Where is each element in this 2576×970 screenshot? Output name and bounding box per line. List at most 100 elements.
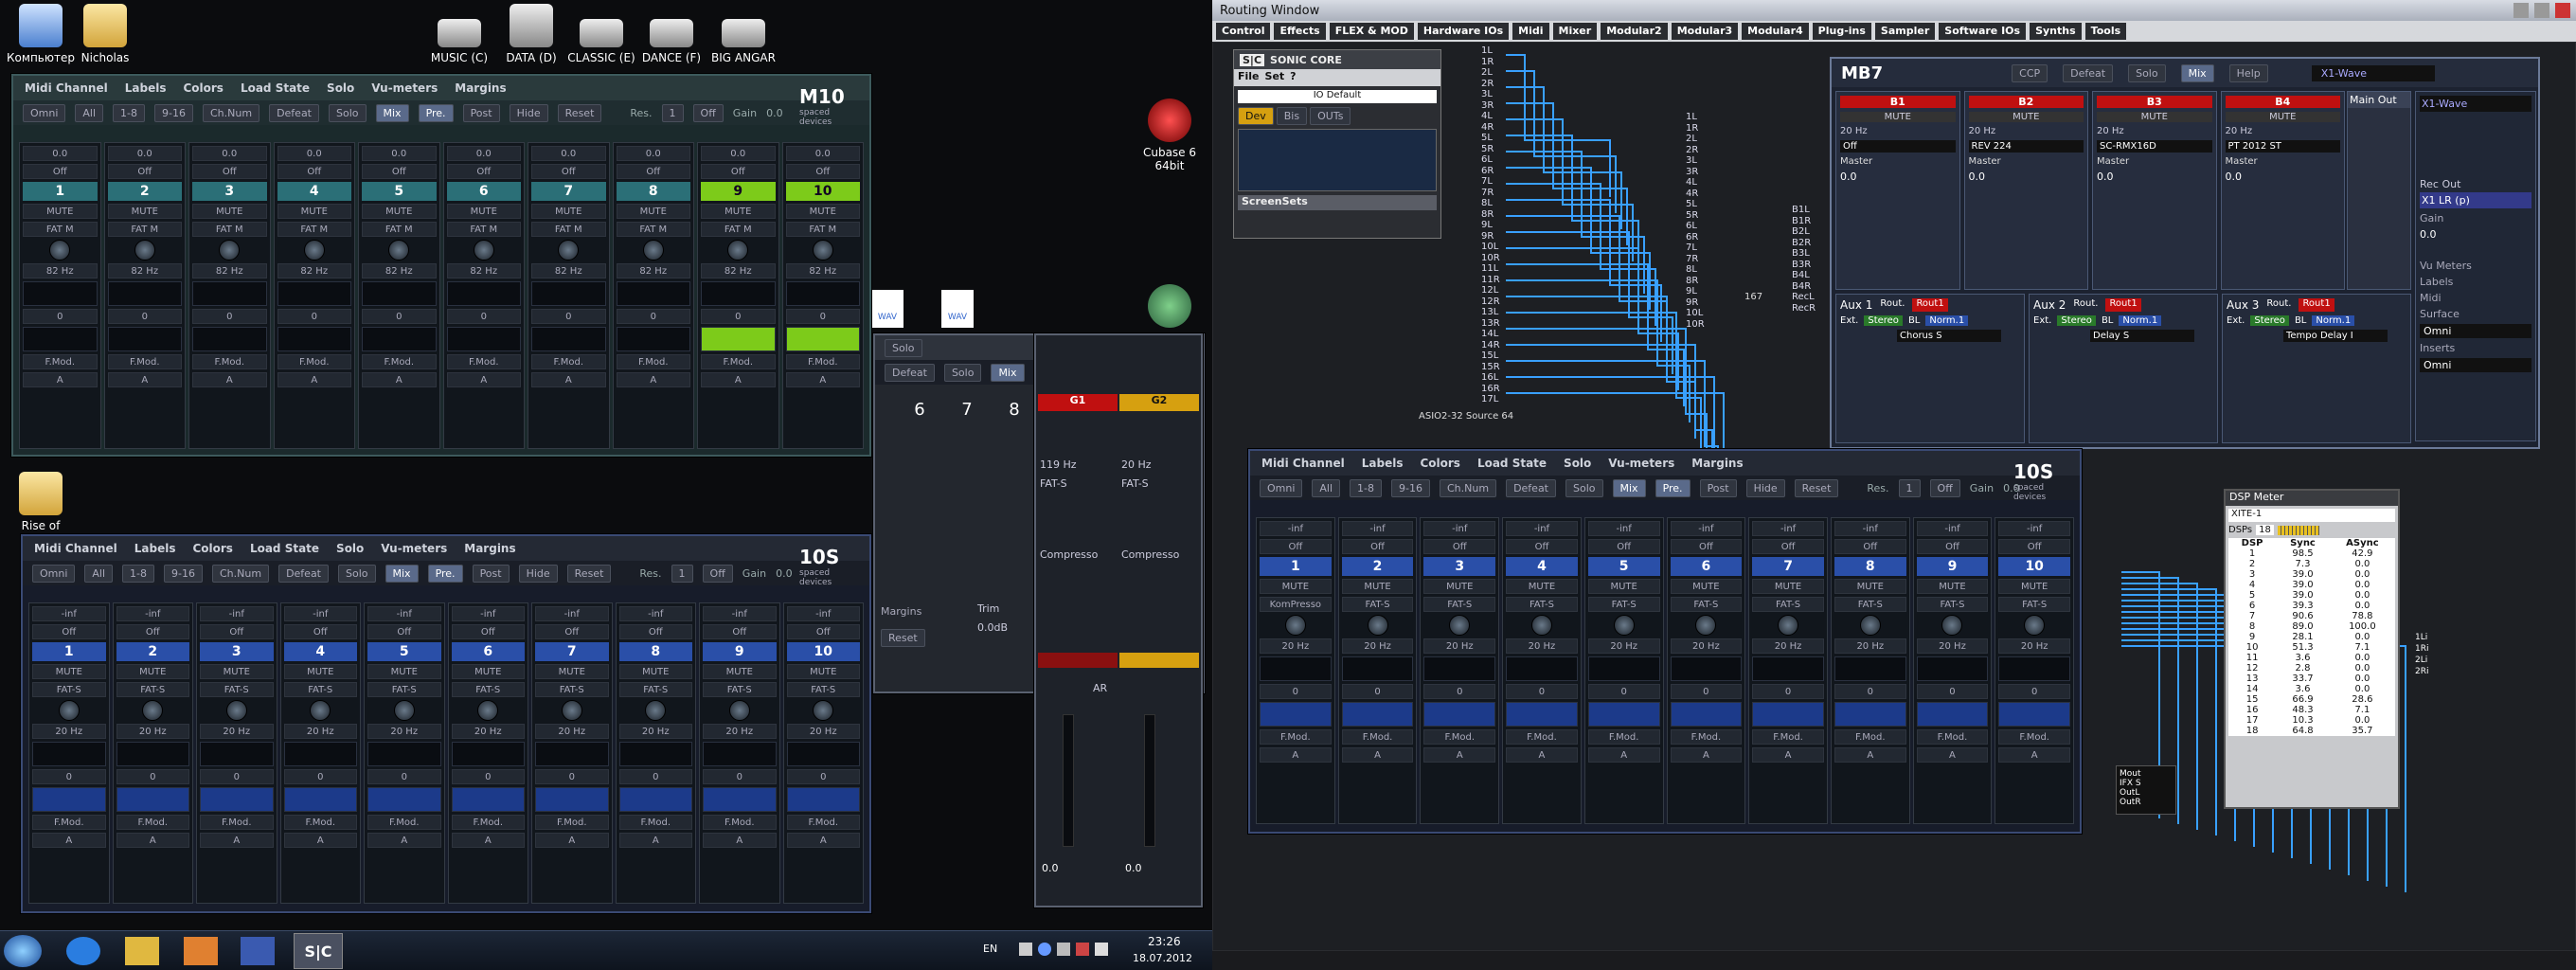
solo-button[interactable]: Solo	[943, 363, 982, 382]
automation-button[interactable]: A	[616, 372, 690, 387]
pan-control[interactable]: 0	[192, 309, 267, 324]
pan-control[interactable]: 0	[616, 309, 690, 324]
off-cc-chn[interactable]: Off	[1834, 539, 1906, 554]
routing-port-label[interactable]: 4R	[1686, 189, 1705, 200]
routing-port-label[interactable]: 15R	[1481, 362, 1614, 373]
pan-control[interactable]: 0	[1916, 684, 1989, 699]
mute-solo[interactable]: MUTE	[23, 204, 98, 219]
pan-control[interactable]: 0	[531, 309, 606, 324]
pan-control[interactable]: 0	[535, 769, 609, 784]
bus-fx-slot[interactable]: PT 2012 ST	[2225, 140, 2340, 153]
automation-button[interactable]: A	[786, 833, 860, 848]
channel-number[interactable]: 6	[1670, 557, 1743, 576]
pan-control[interactable]: 0	[785, 309, 860, 324]
mute-solo[interactable]: MUTE	[1260, 579, 1332, 594]
menu-margins[interactable]: Margins	[464, 542, 515, 555]
routing-port-label[interactable]: 1R	[1686, 123, 1705, 135]
bus-fx-slot[interactable]: SC-RMX16D	[2097, 140, 2212, 153]
routing-menu-control[interactable]: Control	[1216, 23, 1271, 40]
off-cc-chn[interactable]: Off	[446, 164, 521, 179]
btn-post[interactable]: Post	[472, 564, 510, 583]
routing-menu-flex-mod[interactable]: FLEX & MOD	[1329, 23, 1414, 40]
filter-freq[interactable]: 82 Hz	[446, 263, 521, 278]
fat-preset[interactable]: FAT-S	[1587, 597, 1660, 612]
off-cc-chn[interactable]: Off	[701, 164, 776, 179]
btn-reset[interactable]: Reset	[1794, 478, 1839, 497]
mute-solo[interactable]: MUTE	[192, 204, 267, 219]
menu-load-state[interactable]: Load State	[241, 81, 310, 95]
explorer-icon[interactable]	[125, 937, 159, 965]
btn-all[interactable]: All	[75, 103, 104, 122]
routing-port-label[interactable]: 13L	[1481, 307, 1614, 318]
defeat-button[interactable]: Defeat	[2063, 63, 2114, 82]
help-button[interactable]: Help	[2228, 63, 2268, 82]
channel-number[interactable]: 9	[701, 182, 776, 201]
automation-button[interactable]: A	[116, 833, 189, 848]
pan-control[interactable]: 0	[23, 309, 98, 324]
filter-freq[interactable]: 20 Hz	[618, 724, 692, 739]
routing-port-label[interactable]: B4R	[1792, 281, 1816, 293]
fat-preset[interactable]: FAT-S	[1341, 597, 1414, 612]
automation-button[interactable]: A	[701, 372, 776, 387]
filter-freq[interactable]: 82 Hz	[701, 263, 776, 278]
automation-button[interactable]: A	[362, 372, 437, 387]
routing-port-label[interactable]: 1L	[1481, 45, 1614, 57]
screensets-bar[interactable]: ScreenSets	[1238, 195, 1437, 210]
channel-number[interactable]: 5	[367, 642, 441, 661]
btn-hide[interactable]: Hide	[509, 103, 548, 122]
sonic-menu-item[interactable]: Set	[1265, 70, 1285, 85]
routing-port-label[interactable]: 10R	[1686, 319, 1705, 331]
off-button[interactable]: Off	[702, 564, 733, 583]
knob-icon[interactable]	[727, 240, 749, 260]
automation-button[interactable]: A	[703, 833, 777, 848]
routing-port-label[interactable]: 8R	[1481, 209, 1614, 221]
off-cc-chn[interactable]: Off	[1260, 539, 1332, 554]
menu-midi-channel[interactable]: Midi Channel	[25, 81, 108, 95]
off-cc-chn[interactable]: Off	[616, 164, 690, 179]
automation-button[interactable]: A	[283, 833, 357, 848]
knob-icon[interactable]	[477, 700, 499, 721]
off-cc-chn[interactable]: Off	[1506, 539, 1578, 554]
routing-port-label[interactable]: 2R	[1686, 145, 1705, 156]
menu-vu-meters[interactable]: Vu-meters	[1608, 457, 1674, 470]
routing-port-label[interactable]: 8L	[1481, 198, 1614, 209]
knob-icon[interactable]	[1941, 615, 1963, 636]
pan-control[interactable]: 0	[701, 309, 776, 324]
pan-control[interactable]: 0	[446, 309, 521, 324]
off-cc-chn[interactable]: Off	[367, 624, 441, 639]
knob-icon[interactable]	[473, 240, 494, 260]
mute-solo[interactable]: MUTE	[1670, 579, 1743, 594]
mute-solo[interactable]: MUTE	[786, 664, 860, 679]
wav-file-icon[interactable]: WAV	[871, 290, 903, 328]
knob-icon[interactable]	[225, 700, 247, 721]
reset-button[interactable]: Reset	[881, 629, 925, 647]
pan-control[interactable]: 0	[1260, 684, 1332, 699]
aux-dest[interactable]: Rout1	[2299, 298, 2334, 312]
filter-freq[interactable]: 20 Hz	[1916, 638, 1989, 654]
mute-solo[interactable]: MUTE	[116, 664, 189, 679]
btn-omni[interactable]: Omni	[1260, 478, 1303, 497]
automation-button[interactable]: A	[1341, 747, 1414, 763]
routing-port-label[interactable]: 9R	[1686, 297, 1705, 309]
off-cc-chn[interactable]: Off	[1423, 539, 1496, 554]
mix-button[interactable]: Mix	[991, 363, 1025, 382]
aux-norm[interactable]: Norm.1	[2312, 315, 2355, 326]
pan-control[interactable]: 0	[618, 769, 692, 784]
automation-button[interactable]: A	[1423, 747, 1496, 763]
btn-pre-[interactable]: Pre.	[427, 564, 463, 583]
knob-icon[interactable]	[303, 240, 325, 260]
off-cc-chn[interactable]: Off	[1587, 539, 1660, 554]
btn-post[interactable]: Post	[462, 103, 500, 122]
knob-icon[interactable]	[728, 700, 750, 721]
knob-icon[interactable]	[49, 240, 71, 260]
routing-menu-effects[interactable]: Effects	[1274, 23, 1326, 40]
channel-number[interactable]: 5	[1587, 557, 1660, 576]
mute-solo[interactable]: MUTE	[1752, 579, 1824, 594]
menu-vu-meters[interactable]: Vu-meters	[381, 542, 447, 555]
scope-taskbar-button[interactable]: S|C	[294, 933, 343, 969]
btn-ch-num[interactable]: Ch.Num	[202, 103, 260, 122]
mute-solo[interactable]: MUTE	[1916, 579, 1989, 594]
filter-freq[interactable]: 20 Hz	[1506, 638, 1578, 654]
desktop-icon-cubase[interactable]: Cubase 6 64bit	[1129, 99, 1210, 172]
routing-menu-modular4[interactable]: Modular4	[1742, 23, 1809, 40]
